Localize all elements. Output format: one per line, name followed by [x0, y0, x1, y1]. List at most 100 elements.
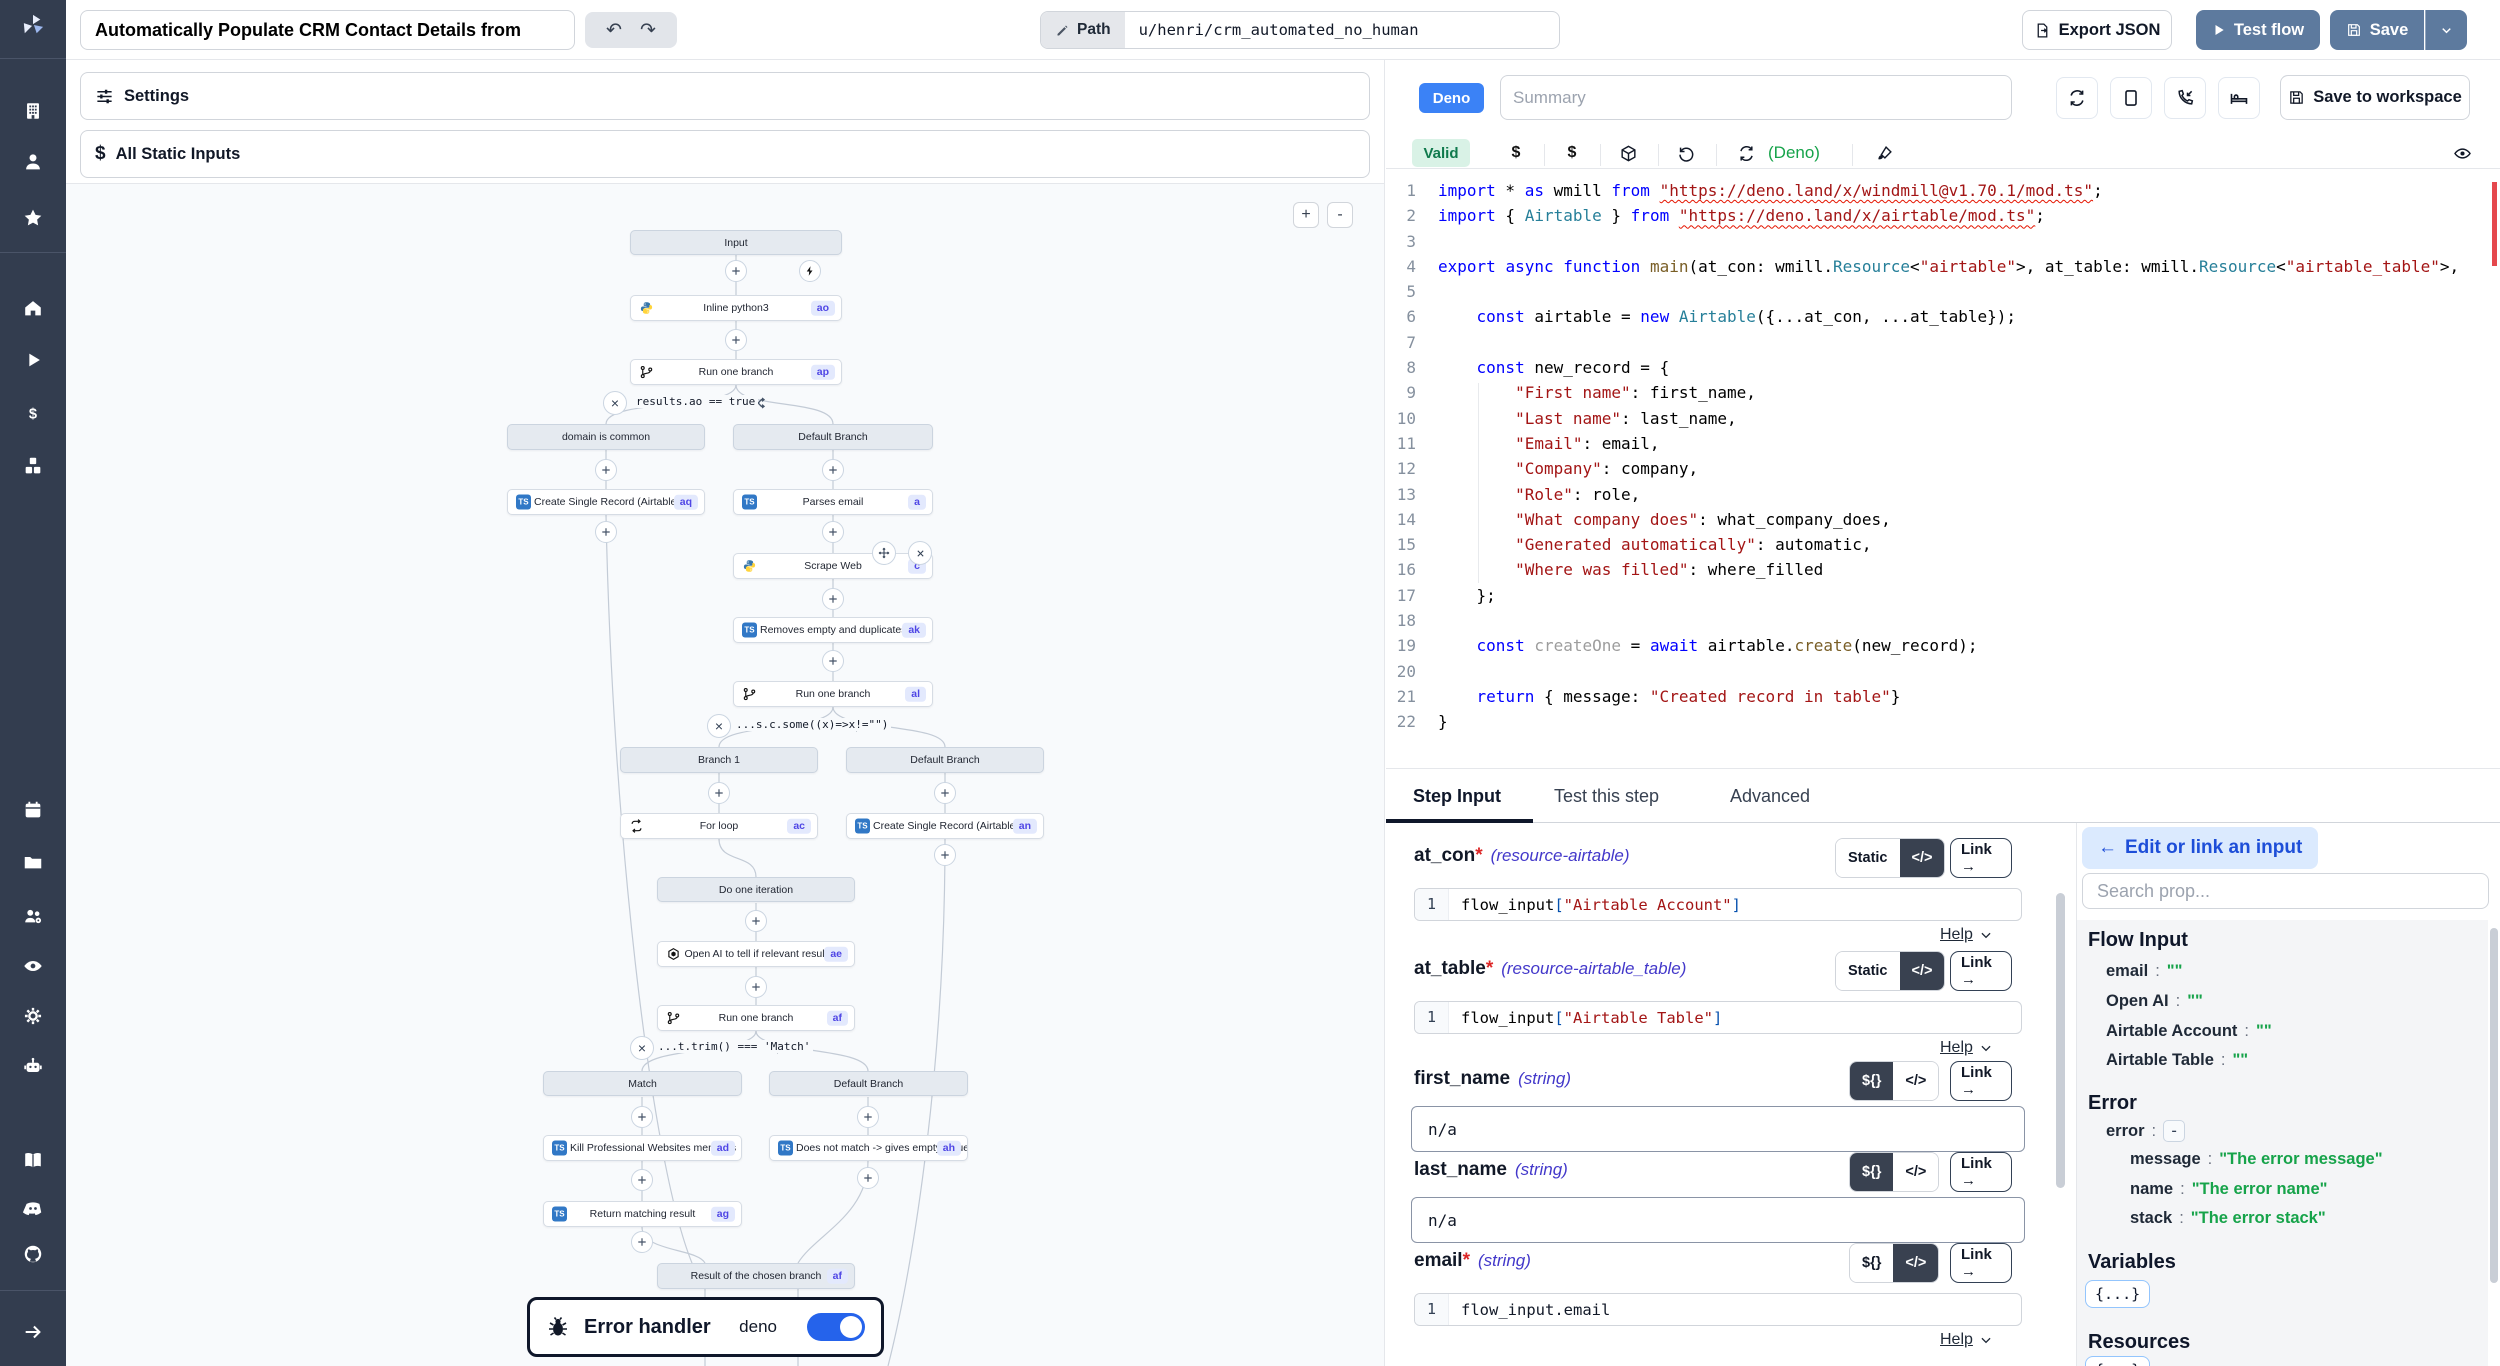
flow-node-run-one-branch[interactable]: Run one branchap [630, 359, 842, 385]
static-mode-button[interactable]: ${} [1850, 1153, 1893, 1191]
add-step-button[interactable] [822, 459, 844, 481]
call-button[interactable] [2164, 77, 2206, 119]
add-step-button[interactable] [822, 588, 844, 610]
value-input-first_name[interactable]: n/a [1411, 1106, 2025, 1152]
remove-node-icon[interactable] [908, 541, 932, 565]
tab-advanced[interactable]: Advanced [1730, 786, 1810, 807]
link-panel-scrollbar[interactable] [2490, 928, 2498, 1283]
code-mode-button[interactable]: </> [1893, 1153, 1938, 1191]
reload-lang-icon[interactable] [1734, 141, 1758, 165]
sidebar-item-folder[interactable] [22, 851, 44, 873]
expr-editor-email[interactable]: 1flow_input.email [1414, 1293, 2022, 1326]
code-mode-button[interactable]: </> [1893, 1244, 1938, 1282]
export-json-button[interactable]: Export JSON [2022, 10, 2172, 50]
save-dropdown-button[interactable] [2425, 10, 2467, 50]
zoom-in-button[interactable]: + [1293, 202, 1319, 228]
dollar-action2-icon[interactable]: $ [1560, 141, 1584, 165]
flow-node-run-one-branch[interactable]: Run one branchaf [657, 1005, 855, 1031]
stop-condition-icon[interactable]: × [707, 714, 731, 738]
flow-node-return-matching-result[interactable]: TSReturn matching resultag [543, 1201, 742, 1227]
flow-node-for-loop[interactable]: For loopac [620, 813, 818, 839]
step-panel-scrollbar[interactable] [2056, 893, 2065, 1188]
add-step-button[interactable] [934, 844, 956, 866]
link-button-email[interactable]: Link → [1950, 1243, 2012, 1283]
sidebar-item-calendar[interactable] [22, 799, 44, 821]
add-step-button[interactable] [708, 782, 730, 804]
add-step-button[interactable] [822, 521, 844, 543]
add-step-button[interactable] [857, 1106, 879, 1128]
value-input-last_name[interactable]: n/a [1411, 1197, 2025, 1243]
sidebar-item-star[interactable] [22, 207, 44, 229]
code-editor[interactable]: 1import * as wmill from "https://deno.la… [1386, 178, 2498, 768]
sidebar-item-gear[interactable] [22, 1005, 44, 1027]
flow-node-create-single-record-airtable[interactable]: TSCreate Single Record (Airtable)aq [507, 489, 705, 515]
prop-row-airtable-table[interactable]: Airtable Table:"" [2106, 1051, 2248, 1070]
summary-input[interactable] [1500, 75, 2012, 120]
flow-node-open-ai-to-tell-if-relevant-result[interactable]: Open AI to tell if relevant resultae [657, 941, 855, 967]
sidebar-item-eye[interactable] [22, 955, 44, 977]
brush-icon[interactable] [1872, 141, 1896, 165]
static-mode-button[interactable]: ${} [1850, 1062, 1893, 1100]
add-step-button[interactable] [857, 1167, 879, 1189]
sidebar-item-robot[interactable] [22, 1055, 44, 1077]
flow-node-run-one-branch[interactable]: Run one branchal [733, 681, 933, 707]
prop-row-open-ai[interactable]: Open AI:"" [2106, 992, 2203, 1011]
prop-row-name[interactable]: name:"The error name" [2130, 1180, 2327, 1199]
add-step-button[interactable] [745, 910, 767, 932]
stop-condition-icon[interactable]: × [630, 1036, 654, 1060]
prop-object-chip[interactable]: {...} [2085, 1280, 2150, 1308]
sidebar-item-book[interactable] [22, 1149, 44, 1171]
bench-button[interactable] [2218, 77, 2260, 119]
flow-node-branch-1[interactable]: Branch 1 [620, 747, 818, 773]
add-step-button[interactable] [595, 521, 617, 543]
language-badge[interactable]: Deno [1419, 83, 1484, 113]
flow-node-kill-professional-websites-mentions[interactable]: TSKill Professional Websites mentionsad [543, 1135, 742, 1161]
flow-node-removes-empty-and-duplicates[interactable]: TSRemoves empty and duplicatesak [733, 617, 933, 643]
eye-icon[interactable] [2450, 141, 2474, 165]
add-step-button[interactable] [725, 329, 747, 351]
move-node-icon[interactable] [872, 541, 896, 565]
flow-node-match[interactable]: Match [543, 1071, 742, 1096]
add-step-button[interactable] [745, 976, 767, 998]
dollar-action-icon[interactable]: $ [1504, 141, 1528, 165]
undo-icon[interactable]: ↶ [606, 19, 622, 42]
search-prop-input[interactable] [2082, 873, 2489, 909]
prop-object-chip[interactable]: {...} [2085, 1356, 2150, 1366]
error-handler-toggle[interactable] [807, 1313, 865, 1341]
flow-node-do-one-iteration[interactable]: Do one iteration [657, 877, 855, 902]
redo-icon[interactable]: ↷ [640, 19, 656, 42]
link-button-first_name[interactable]: Link → [1950, 1061, 2012, 1101]
collapse-button[interactable]: - [2163, 1120, 2185, 1142]
sync-button[interactable] [2056, 77, 2098, 119]
flow-node-default-branch[interactable]: Default Branch [769, 1071, 968, 1096]
flow-title-input[interactable] [80, 10, 575, 50]
sidebar-item-arrow-right[interactable] [22, 1321, 44, 1343]
add-step-button[interactable] [725, 260, 747, 282]
help-link[interactable]: Help [1940, 926, 1993, 944]
add-step-button[interactable] [934, 782, 956, 804]
path-field[interactable]: Path u/henri/crm_automated_no_human [1040, 11, 1560, 49]
add-step-button[interactable] [631, 1231, 653, 1253]
flow-node-parses-email[interactable]: TSParses emaila [733, 489, 933, 515]
trigger-button[interactable] [799, 260, 821, 282]
save-to-workspace-button[interactable]: Save to workspace [2280, 75, 2470, 120]
sidebar-item-github[interactable] [22, 1243, 44, 1265]
link-button-at_table[interactable]: Link → [1950, 951, 2012, 991]
prop-row-airtable-account[interactable]: Airtable Account:"" [2106, 1022, 2272, 1041]
link-button-at_con[interactable]: Link → [1950, 838, 2012, 878]
static-mode-button[interactable]: ${} [1850, 1244, 1893, 1282]
save-button[interactable]: Save [2330, 10, 2424, 50]
prop-row-message[interactable]: message:"The error message" [2130, 1150, 2383, 1169]
flow-node-does-not-match-gives-empty-value[interactable]: TSDoes not match -> gives empty valueah [769, 1135, 968, 1161]
flow-node-scrape-web[interactable]: Scrape Webc [733, 553, 933, 579]
flow-node-result-of-the-chosen-branch[interactable]: Result of the chosen branchaf [657, 1263, 855, 1289]
flow-node-inline-python3[interactable]: Inline python3ao [630, 295, 842, 321]
static-mode-button[interactable]: Static [1836, 839, 1900, 877]
expr-editor-at_table[interactable]: 1flow_input["Airtable Table"] [1414, 1001, 2022, 1034]
prop-row-stack[interactable]: stack:"The error stack" [2130, 1209, 2326, 1228]
flow-node-input[interactable]: Input [630, 230, 842, 255]
tab-test-this-step[interactable]: Test this step [1554, 786, 1659, 807]
sidebar-item-cubes[interactable] [22, 455, 44, 477]
package-icon[interactable] [1616, 141, 1640, 165]
prop-row-email[interactable]: email:"" [2106, 962, 2182, 981]
